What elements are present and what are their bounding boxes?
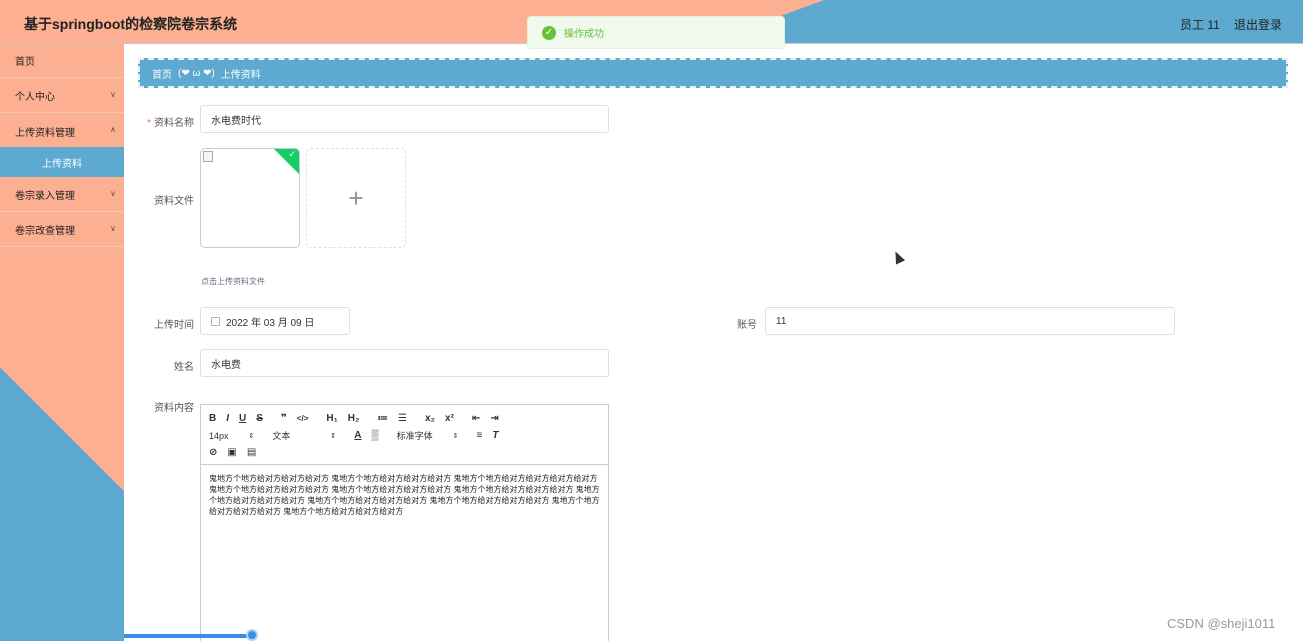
sidebar-item-file-entry[interactable]: 卷宗录入管理 ∨ [0,178,124,212]
add-file-button[interactable]: + [306,148,406,248]
app-title: 基于springboot的检察院卷宗系统 [24,16,238,32]
content-label: 资料内容 [154,403,194,414]
calendar-icon [211,316,220,326]
block-type-select[interactable]: 文本 ⇕ [272,429,336,442]
name-input[interactable]: 水电费时代 [200,105,609,133]
sidebar-subitem-label: 上传资料 [42,158,82,170]
code-block-button[interactable]: </> [297,414,309,423]
sidebar-item-upload-management[interactable]: 上传资料管理 ∧ [0,114,124,148]
ordered-list-button[interactable]: ≔ [377,413,388,424]
heading1-button[interactable]: H₁ [326,413,337,424]
font-color-icon[interactable]: A [354,430,361,441]
editor-content[interactable]: 鬼地方个地方给对方给对方给对方 鬼地方个地方给对方给对方给对方 鬼地方个地方给对… [201,465,608,525]
chevron-up-icon: ∧ [110,125,116,134]
toolbar-row-selects: 14px ⇕ 文本 ⇕ A ▒ 标准字体 ⇕ ≡ T [209,427,600,444]
align-icon[interactable]: ≡ [477,430,483,441]
time-label: 上传时间 [154,320,194,331]
chevron-down-icon: ∨ [110,189,116,198]
current-user: 员工 11 [1180,18,1220,32]
account-input[interactable]: 11 [765,307,1175,335]
breadcrumb-separator: (❤ ω ❤) [178,67,215,79]
sidebar-item-label: 首页 [15,57,35,68]
sidebar-item-label: 卷宗改查管理 [15,226,75,237]
bold-button[interactable]: B [209,413,216,424]
check-circle-icon: ✓ [542,25,556,40]
sidebar-item-personal-center[interactable]: 个人中心 ∨ [0,79,124,113]
underline-button[interactable]: U [239,413,246,424]
superscript-button[interactable]: x² [445,413,454,424]
background-color-icon[interactable]: ▒ [372,430,379,441]
watermark: CSDN @sheji1011 [1167,616,1276,631]
breadcrumb: 首页 (❤ ω ❤) 上传资料 [138,58,1288,88]
rich-text-editor: B I U S ❞ </> H₁ H₂ ≔ ☰ x₂ x² ⇤ ⇥ 14px ⇕ … [200,404,609,641]
toolbar-row-media: ⊘ ▣ ▤ [209,444,600,461]
toolbar-row-formatting: B I U S ❞ </> H₁ H₂ ≔ ☰ x₂ x² ⇤ ⇥ [209,410,600,427]
uploaded-file-thumbnail[interactable]: ✓ [200,148,300,248]
sidebar-item-label: 个人中心 [15,92,55,103]
sidebar: 首页 个人中心 ∨ 上传资料管理 ∧ 上传资料 卷宗录入管理 ∨ 卷宗改查管理 … [0,44,124,641]
breadcrumb-current: 上传资料 [220,69,261,81]
main-content: 首页 (❤ ω ❤) 上传资料 * 资料名称 水电费时代 资料文件 ✓ + 点击上… [124,44,1303,641]
person-name-input[interactable]: 水电费 [200,349,609,377]
person-label: 姓名 [174,362,194,373]
chevron-down-icon: ∨ [110,90,116,99]
date-picker[interactable]: 2022 年 03 月 09 日 [200,307,350,335]
file-label: 资料文件 [154,196,194,207]
blockquote-button[interactable]: ❞ [281,413,287,424]
italic-button[interactable]: I [226,413,229,424]
outdent-button[interactable]: ⇤ [472,413,480,424]
check-icon: ✓ [288,149,296,159]
clear-format-icon[interactable]: T [492,430,498,441]
plus-icon: + [348,182,364,213]
indent-button[interactable]: ⇥ [490,413,498,424]
toast-message: 操作成功 [564,29,604,40]
progress-handle[interactable] [246,629,258,641]
image-icon[interactable]: ▣ [227,447,236,458]
broken-image-icon [203,151,213,162]
bullet-list-button[interactable]: ☰ [398,413,407,424]
chevron-down-icon: ∨ [110,224,116,233]
sidebar-item-label: 上传资料管理 [15,127,75,139]
sidebar-item-home[interactable]: 首页 [0,44,124,78]
upload-success-corner [273,149,299,177]
success-toast: ✓ 操作成功 [527,16,785,49]
sidebar-item-file-edit[interactable]: 卷宗改查管理 ∨ [0,213,124,247]
account-label: 账号 [737,320,757,331]
logout-link[interactable]: 退出登录 [1234,16,1282,33]
video-icon[interactable]: ▤ [247,447,256,458]
sidebar-item-label: 卷宗录入管理 [15,191,75,202]
video-progress-bar[interactable] [124,634,252,638]
strikethrough-button[interactable]: S [256,413,263,424]
link-icon[interactable]: ⊘ [209,447,217,458]
date-value: 2022 年 03 月 09 日 [226,317,315,329]
upload-hint: 点击上传资料文件 [201,277,265,286]
font-size-select[interactable]: 14px ⇕ [209,431,254,441]
font-family-select[interactable]: 标准字体 ⇕ [397,429,459,442]
heading2-button[interactable]: H₂ [348,413,360,424]
editor-toolbar: B I U S ❞ </> H₁ H₂ ≔ ☰ x₂ x² ⇤ ⇥ 14px ⇕ … [201,405,608,465]
sidebar-subitem-upload[interactable]: 上传资料 [0,147,124,177]
subscript-button[interactable]: x₂ [425,413,435,424]
breadcrumb-home[interactable]: 首页 [152,66,172,81]
name-label: * 资料名称 [147,118,194,129]
